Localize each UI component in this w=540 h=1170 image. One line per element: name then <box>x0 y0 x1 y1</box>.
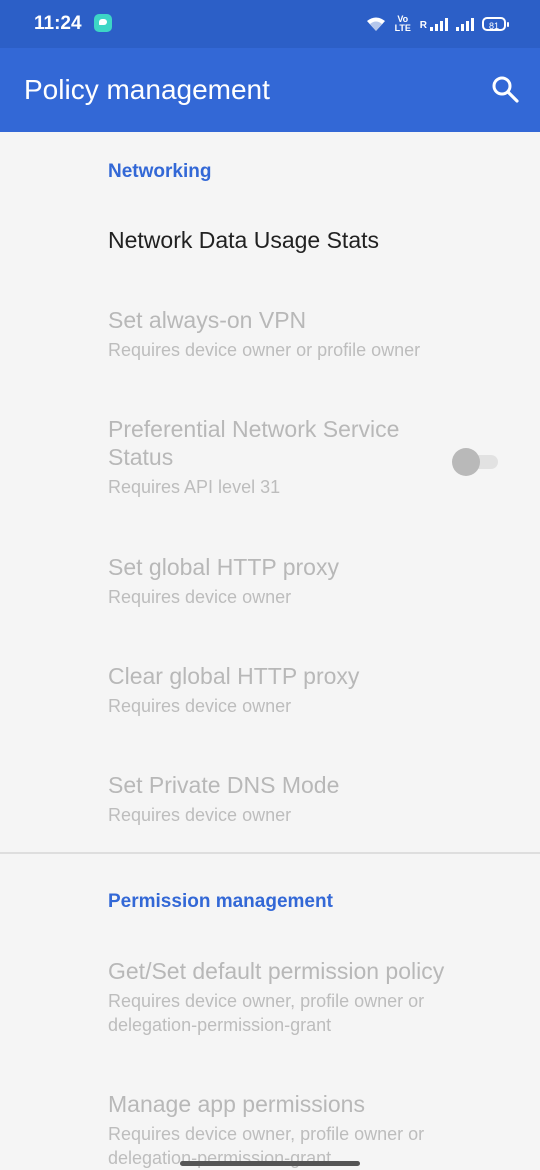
pref-title: Network Data Usage Stats <box>108 227 380 253</box>
pref-title: Preferential Network Service Status <box>108 416 400 470</box>
section-divider <box>0 852 540 854</box>
section-header-networking: Networking <box>108 161 212 182</box>
pref-summary: Requires device owner <box>108 805 292 825</box>
roaming-label: R <box>419 20 427 31</box>
status-bar: 11:24 Vo LTE R 81 <box>0 0 540 48</box>
battery-icon: 81 <box>482 17 509 31</box>
pref-title: Set Private DNS Mode <box>108 772 340 798</box>
pref-summary: Requires device owner or profile owner <box>108 340 421 360</box>
pref-preferential-network-service-status[interactable]: Preferential Network Service Status Requ… <box>108 415 428 499</box>
signal-sim1-icon: R <box>420 17 448 31</box>
pref-summary: Requires API level 31 <box>108 477 281 497</box>
section-header-permission-management: Permission management <box>108 891 333 912</box>
pref-set-always-on-vpn[interactable]: Set always-on VPN Requires device owner … <box>108 306 508 362</box>
pref-manage-app-permissions[interactable]: Manage app permissions Requires device o… <box>108 1090 508 1170</box>
pref-set-global-http-proxy[interactable]: Set global HTTP proxy Requires device ow… <box>108 553 508 609</box>
pref-summary: Requires device owner <box>108 587 292 607</box>
search-icon[interactable] <box>490 74 520 104</box>
chat-bubble-icon <box>94 14 112 32</box>
pref-title: Get/Set default permission policy <box>108 958 445 984</box>
status-time: 11:24 <box>34 13 82 34</box>
pref-network-data-usage-stats[interactable]: Network Data Usage Stats <box>108 226 508 254</box>
pref-set-private-dns-mode[interactable]: Set Private DNS Mode Requires device own… <box>108 771 508 827</box>
pref-title: Set always-on VPN <box>108 307 307 333</box>
wifi-icon <box>366 17 385 31</box>
volte-bottom-label: LTE <box>394 23 411 33</box>
pref-summary: Requires device owner <box>108 696 292 716</box>
pref-default-permission-policy[interactable]: Get/Set default permission policy Requir… <box>108 957 508 1037</box>
gesture-nav-handle[interactable] <box>180 1161 360 1166</box>
pref-summary: Requires device owner, profile owner or … <box>108 991 425 1035</box>
pref-title: Manage app permissions <box>108 1091 365 1117</box>
pref-title: Set global HTTP proxy <box>108 554 339 580</box>
status-indicators: Vo LTE R 81 <box>366 12 509 36</box>
preferential-network-toggle[interactable] <box>452 446 500 476</box>
volte-icon: Vo LTE <box>394 15 412 33</box>
app-bar: Policy management <box>0 48 540 132</box>
toggle-thumb <box>452 448 480 476</box>
pref-clear-global-http-proxy[interactable]: Clear global HTTP proxy Requires device … <box>108 662 508 718</box>
page-title: Policy management <box>24 74 270 105</box>
signal-sim2-icon <box>456 17 474 31</box>
pref-title: Clear global HTTP proxy <box>108 663 360 689</box>
